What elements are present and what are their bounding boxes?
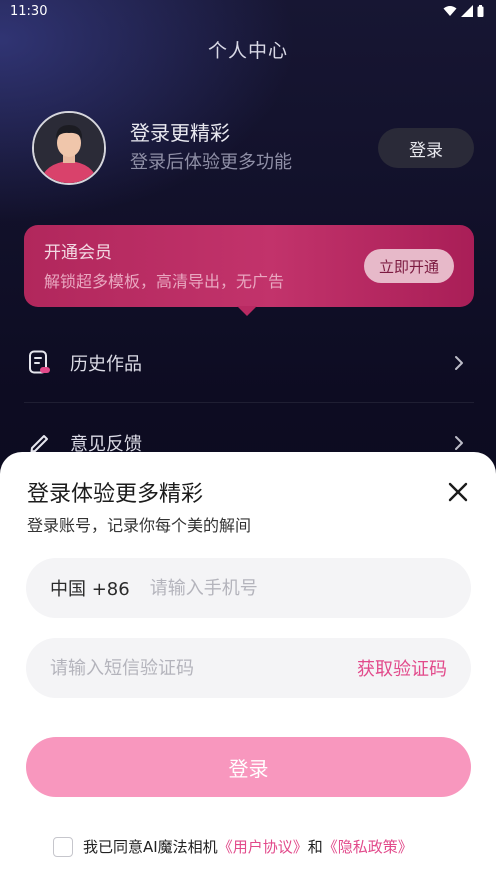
avatar[interactable] <box>32 111 106 185</box>
page-title: 个人中心 <box>207 40 288 62</box>
agree-text: 我已同意AI魔法相机 <box>83 838 218 856</box>
vip-card[interactable]: 开通会员 解锁超多模板，高清导出，无广告 立即开通 <box>24 225 474 316</box>
agree-and-text: 和 <box>307 838 323 856</box>
sheet-subtitle: 登录账号，记录你每个美的解间 <box>27 516 252 535</box>
profile-section: 登录更精彩 登录后体验更多功能 登录 <box>32 110 474 186</box>
user-agreement-link[interactable]: 《用户协议》 <box>218 836 308 857</box>
status-icons <box>443 5 484 17</box>
status-time: 11:30 <box>10 3 48 19</box>
profile-subtitle: 登录后体验更多功能 <box>130 152 292 173</box>
wifi-icon <box>443 6 457 16</box>
status-bar: 11:30 <box>0 0 496 22</box>
agreement-row: 我已同意AI魔法相机 《用户协议》 和 《隐私政策》 <box>53 836 413 857</box>
sheet-title: 登录体验更多精彩 <box>27 482 204 507</box>
profile-title: 登录更精彩 <box>130 121 230 145</box>
get-code-button[interactable]: 获取验证码 <box>357 655 447 681</box>
close-icon[interactable] <box>448 482 468 502</box>
profile-login-button[interactable]: 登录 <box>378 128 474 168</box>
battery-icon <box>477 5 484 17</box>
signal-icon <box>461 5 473 17</box>
default-avatar-icon <box>34 113 104 183</box>
phone-input[interactable] <box>149 568 430 608</box>
history-icon <box>29 350 50 373</box>
login-button[interactable]: 登录 <box>26 737 471 797</box>
login-bottom-sheet: 登录体验更多精彩 登录账号，记录你每个美的解间 中国 +86 获取验证码 登录 … <box>0 452 496 882</box>
chevron-right-icon <box>455 355 463 370</box>
agree-checkbox[interactable] <box>53 836 73 857</box>
country-code-select[interactable]: 中国 +86 <box>50 575 130 601</box>
privacy-policy-link[interactable]: 《隐私政策》 <box>323 836 413 857</box>
phone-field: 中国 +86 <box>26 558 471 618</box>
vip-open-button[interactable]: 立即开通 <box>364 249 454 283</box>
menu-item-label: 历史作品 <box>70 353 142 375</box>
sms-code-input[interactable] <box>50 648 330 688</box>
menu-item-history[interactable]: 历史作品 <box>24 323 474 403</box>
chevron-right-icon <box>455 435 463 450</box>
code-field: 获取验证码 <box>26 638 471 698</box>
